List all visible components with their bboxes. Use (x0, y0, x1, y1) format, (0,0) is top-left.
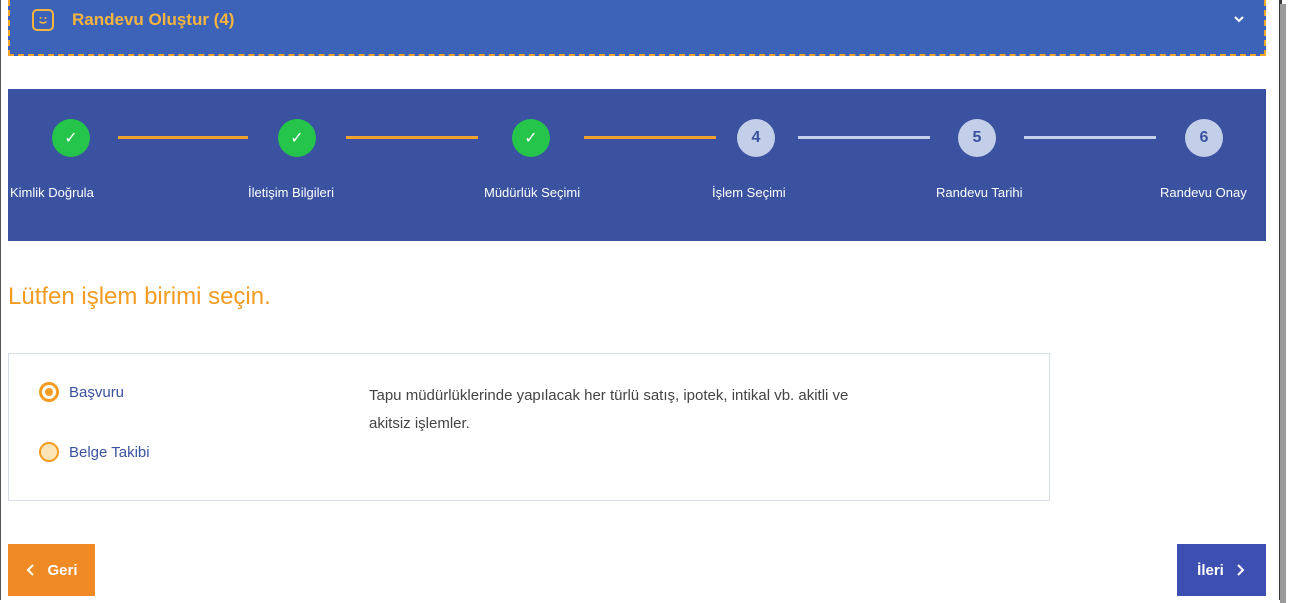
option-basvuru[interactable]: Başvuru (39, 382, 124, 402)
option-description: Tapu müdürlüklerinde yapılacak her türlü… (369, 387, 849, 432)
step-connector (118, 136, 248, 139)
step-connector (584, 136, 716, 139)
section-title: Randevu Oluştur (4) (72, 10, 235, 29)
step-3-label: Müdürlük Seçimi (484, 185, 581, 200)
next-label: İleri (1197, 561, 1224, 579)
page-heading: Lütfen işlem birimi seçin. (8, 283, 271, 310)
step-1-label: Kimlik Doğrula (10, 185, 94, 200)
back-button[interactable]: Geri (8, 544, 95, 596)
next-button[interactable]: İleri (1177, 544, 1266, 596)
step-4-number: 4 (737, 119, 775, 157)
step-connector (346, 136, 478, 139)
option-belge-takibi[interactable]: Belge Takibi (39, 442, 150, 462)
radio-unselected-icon[interactable] (39, 442, 59, 462)
chevron-right-icon (1237, 564, 1245, 576)
chevron-left-icon (27, 564, 35, 576)
frame-shadow (1280, 4, 1286, 603)
step-1-check-icon: ✓ (52, 119, 90, 157)
step-2-check-icon: ✓ (278, 119, 316, 157)
radio-selected-icon[interactable] (39, 382, 59, 402)
step-connector (1024, 136, 1156, 139)
step-3-check-icon: ✓ (512, 119, 550, 157)
step-6-label: Randevu Onay (1160, 185, 1247, 200)
option-label: Belge Takibi (69, 443, 150, 461)
chevron-down-icon[interactable] (1232, 12, 1246, 26)
step-6-number: 6 (1185, 119, 1223, 157)
progress-stepper: ✓ ✓ ✓ 4 5 6 Kimlik Doğrula İletişim Bilg… (8, 89, 1266, 241)
step-4-label: İşlem Seçimi (712, 185, 786, 200)
step-2-label: İletişim Bilgileri (248, 185, 334, 200)
option-panel: Başvuru Belge Takibi Tapu müdürlüklerind… (8, 353, 1050, 501)
step-5-number: 5 (958, 119, 996, 157)
option-label: Başvuru (69, 383, 125, 401)
step-5-label: Randevu Tarihi (936, 185, 1023, 200)
section-header[interactable]: Randevu Oluştur (4) (8, 0, 1266, 56)
back-label: Geri (47, 561, 78, 579)
step-connector (798, 136, 930, 139)
smile-icon (32, 9, 54, 31)
